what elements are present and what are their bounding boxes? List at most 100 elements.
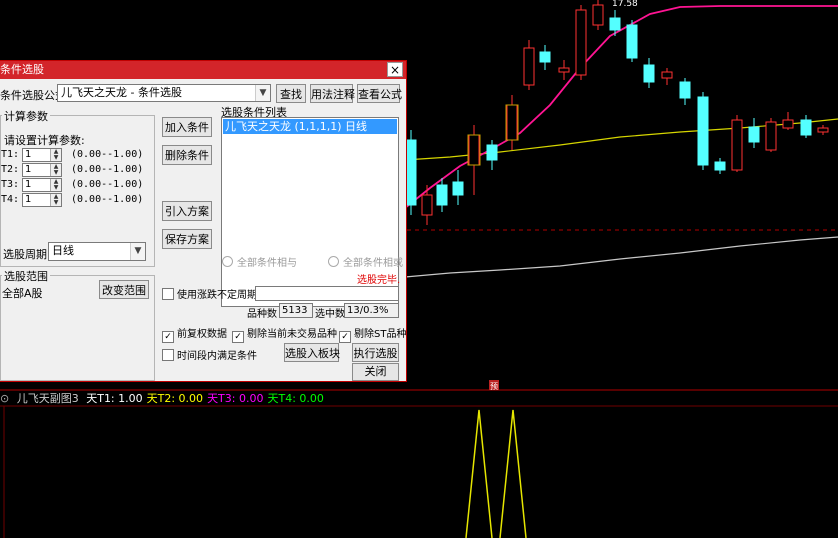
sub-param-4: 天T4: 0.00: [267, 392, 324, 405]
radio-and-label: 全部条件相与: [237, 258, 297, 269]
candle-body: [765, 121, 777, 151]
radio-icon: [328, 256, 339, 267]
param-stepper[interactable]: 1 ▲ ▼: [22, 148, 62, 162]
radio-or[interactable]: 全部条件相或: [328, 254, 403, 269]
sub-indicator-name[interactable]: 儿飞天副图3: [17, 392, 79, 405]
exclude-nontrade-checkbox[interactable]: ✓ 剔除当前未交易品种: [232, 325, 337, 343]
candle-body: [405, 139, 417, 206]
close-button[interactable]: 关闭: [352, 363, 399, 381]
checkbox-icon: [162, 288, 174, 300]
range-title: 选股范围: [2, 268, 50, 284]
close-icon[interactable]: ×: [387, 62, 403, 77]
status-text: 选股完毕.: [357, 275, 401, 286]
candle-body: [452, 181, 464, 196]
formula-value: 儿飞天之天龙 - 条件选股: [61, 86, 182, 99]
param-range: (0.00--1.00): [71, 194, 144, 205]
delete-condition-button[interactable]: 删除条件: [162, 145, 212, 165]
import-plan-button[interactable]: 引入方案: [162, 201, 212, 221]
range-value: 全部A股: [2, 287, 43, 300]
stepper-arrows-icon[interactable]: ▲ ▼: [50, 179, 61, 191]
candle-body: [506, 104, 518, 141]
param-stepper[interactable]: 1 ▲ ▼: [22, 163, 62, 177]
to-block-button[interactable]: 选股入板块: [284, 343, 340, 362]
period-label: 选股周期:: [3, 248, 51, 261]
calc-prompt: 请设置计算参数:: [4, 134, 85, 147]
uncertain-period-label: 使用涨跌不定周期: [177, 290, 257, 301]
time-range-checkbox[interactable]: 时间段内满足条件: [162, 347, 257, 362]
find-button[interactable]: 查找: [276, 84, 306, 103]
signal-spike: [499, 409, 527, 538]
sub-indicator-plot: [465, 409, 527, 538]
candle-body: [679, 81, 691, 99]
fq-checkbox[interactable]: ✓ 前复权数据: [162, 325, 227, 343]
sub-param-3: 天T3: 0.00: [207, 392, 264, 405]
candle-body: [661, 71, 673, 79]
param-range: (0.00--1.00): [71, 179, 144, 190]
time-range-label: 时间段内满足条件: [177, 351, 257, 362]
selected-label: 选中数: [315, 309, 345, 320]
param-name: T1:: [1, 149, 20, 160]
candle-body: [817, 127, 829, 133]
marker-label: 预: [490, 381, 498, 391]
candle-body: [643, 64, 655, 83]
ma-white-line: [404, 236, 838, 278]
price-tag: 17.58: [612, 0, 638, 9]
dialog-title[interactable]: 条件选股: [0, 61, 406, 79]
chevron-down-icon[interactable]: ▼: [130, 243, 145, 260]
candle-body: [523, 47, 535, 86]
usage-button[interactable]: 用法注释: [310, 84, 355, 103]
list-item[interactable]: 儿飞天之天龙 (1,1,1,1) 日线: [223, 119, 397, 134]
stepper-arrows-icon[interactable]: ▲ ▼: [50, 164, 61, 176]
formula-select[interactable]: 儿飞天之天龙 - 条件选股 ▼: [57, 84, 271, 102]
uncertain-period-checkbox[interactable]: 使用涨跌不定周期: [162, 286, 257, 301]
param-stepper[interactable]: 1 ▲ ▼: [22, 193, 62, 207]
period-select[interactable]: 日线 ▼: [48, 242, 146, 261]
checkbox-icon: [162, 349, 174, 361]
candle-body: [421, 194, 433, 216]
candle-body: [626, 24, 638, 59]
candle-body: [714, 161, 726, 171]
exclude-nontrade-label: 剔除当前未交易品种: [247, 329, 337, 340]
add-condition-button[interactable]: 加入条件: [162, 117, 212, 137]
execute-button[interactable]: 执行选股: [352, 343, 399, 362]
change-range-button[interactable]: 改变范围: [99, 280, 149, 299]
param-value: 1: [25, 194, 32, 205]
check-icon: ✓: [339, 331, 351, 343]
chevron-down-icon[interactable]: ▼: [255, 85, 270, 101]
sub-param-2: 天T2: 0.00: [146, 392, 204, 405]
param-value: 1: [25, 179, 32, 190]
candle-body: [609, 17, 621, 31]
view-formula-button[interactable]: 查看公式: [357, 84, 402, 103]
exclude-st-label: 剔除ST品种: [354, 329, 407, 340]
param-name: T4:: [1, 194, 20, 205]
stepper-arrows-icon[interactable]: ▲ ▼: [50, 149, 61, 161]
candle-body: [782, 119, 794, 129]
collapse-icon[interactable]: ⊙: [0, 392, 9, 405]
candle-body: [800, 119, 812, 136]
uncertain-period-input[interactable]: [255, 286, 399, 301]
save-plan-button[interactable]: 保存方案: [162, 229, 212, 249]
candle-body: [539, 51, 551, 63]
ma-pink-line: [404, 5, 838, 209]
stepper-arrows-icon[interactable]: ▲ ▼: [50, 194, 61, 206]
candle-body: [436, 184, 448, 206]
period-value: 日线: [52, 244, 74, 257]
param-name: T3:: [1, 179, 20, 190]
candle-body: [575, 9, 587, 76]
exclude-st-checkbox[interactable]: ✓ 剔除ST品种: [339, 325, 406, 343]
param-range: (0.00--1.00): [71, 149, 144, 160]
candle-body: [731, 119, 743, 171]
stock-count-label: 品种数: [247, 309, 277, 320]
param-value: 1: [25, 164, 32, 175]
radio-and[interactable]: 全部条件相与: [222, 254, 297, 269]
param-value: 1: [25, 149, 32, 160]
param-name: T2:: [1, 164, 20, 175]
selected-field: 13/0.3%: [344, 303, 399, 318]
param-stepper[interactable]: 1 ▲ ▼: [22, 178, 62, 192]
candle-body: [748, 126, 760, 143]
radio-icon: [222, 256, 233, 267]
stock-screener-dialog: 条件选股 × 条件选股公式 儿飞天之天龙 - 条件选股 ▼ 查找 用法注释 查看…: [0, 60, 407, 382]
sub-param-1: 天T1: 1.00: [86, 392, 143, 405]
candle-body: [468, 134, 480, 166]
radio-or-label: 全部条件相或: [343, 258, 403, 269]
